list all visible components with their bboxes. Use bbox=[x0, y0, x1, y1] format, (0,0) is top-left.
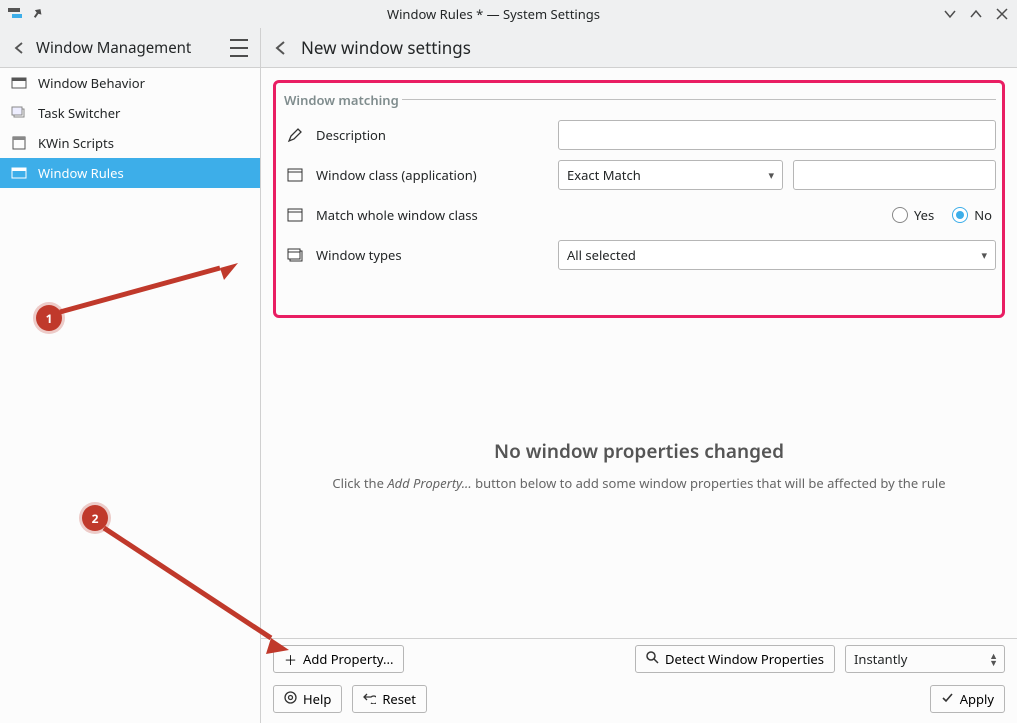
detect-window-button[interactable]: Detect Window Properties bbox=[635, 645, 835, 673]
window-types-combo[interactable]: All selected ▾ bbox=[558, 240, 996, 270]
radio-no[interactable]: No bbox=[952, 206, 992, 224]
app-icon bbox=[8, 7, 22, 21]
help-button[interactable]: Help bbox=[273, 685, 342, 713]
pin-icon[interactable] bbox=[30, 7, 44, 21]
page-title: New window settings bbox=[301, 36, 471, 59]
radio-dot bbox=[952, 207, 968, 223]
pencil-icon bbox=[286, 126, 304, 144]
sidebar: Window Management Window Behavior Task S… bbox=[0, 28, 261, 723]
button-label: Detect Window Properties bbox=[665, 650, 824, 668]
label-description: Description bbox=[316, 126, 546, 144]
delay-spinbox[interactable]: Instantly ▲▼ bbox=[845, 645, 1005, 673]
minimize-icon[interactable] bbox=[943, 7, 957, 21]
annotation-callout-2: 2 bbox=[82, 505, 108, 531]
combo-value: Exact Match bbox=[567, 166, 641, 184]
windows-stack-icon bbox=[286, 246, 304, 264]
spin-arrows-icon: ▲▼ bbox=[989, 652, 998, 666]
window-title: Window Rules * — System Settings bbox=[44, 5, 943, 23]
button-label: Help bbox=[303, 690, 331, 708]
row-description: Description bbox=[282, 115, 996, 155]
label-whole-class: Match whole window class bbox=[316, 206, 546, 224]
window-icon bbox=[286, 166, 304, 184]
sidebar-item-window-rules[interactable]: Window Rules bbox=[0, 158, 260, 188]
radio-label: No bbox=[974, 206, 992, 224]
sidebar-header: Window Management bbox=[0, 28, 260, 68]
empty-state: No window properties changed Click the A… bbox=[273, 438, 1005, 492]
help-icon bbox=[284, 690, 297, 708]
back-icon[interactable] bbox=[273, 39, 291, 57]
chevron-down-icon: ▾ bbox=[981, 248, 987, 263]
empty-subtitle: Click the Add Property... button below t… bbox=[273, 474, 1005, 492]
combo-value: All selected bbox=[567, 246, 636, 264]
sidebar-title: Window Management bbox=[36, 38, 230, 58]
sidebar-item-label: KWin Scripts bbox=[38, 134, 114, 152]
toolbar-row-1: ＋ Add Property... Detect Window Properti… bbox=[261, 638, 1017, 679]
undo-icon bbox=[363, 690, 376, 708]
content: New window settings Window matching Desc… bbox=[261, 28, 1017, 723]
button-label: Reset bbox=[382, 690, 416, 708]
sidebar-item-label: Task Switcher bbox=[38, 104, 120, 122]
whole-class-radio-group: Yes No bbox=[892, 206, 996, 224]
button-label: Add Property... bbox=[303, 650, 393, 668]
sidebar-item-kwin-scripts[interactable]: KWin Scripts bbox=[0, 128, 260, 158]
titlebar: Window Rules * — System Settings bbox=[0, 0, 1017, 28]
empty-sub-suffix: button below to add some window properti… bbox=[472, 474, 946, 492]
close-icon[interactable] bbox=[995, 7, 1009, 21]
radio-yes[interactable]: Yes bbox=[892, 206, 934, 224]
annotation-callout-1: 1 bbox=[36, 305, 62, 331]
kwin-scripts-icon bbox=[10, 134, 28, 152]
task-switcher-icon bbox=[10, 104, 28, 122]
content-header: New window settings bbox=[261, 28, 1017, 68]
search-icon bbox=[646, 650, 659, 668]
window-icon bbox=[286, 206, 304, 224]
add-property-button[interactable]: ＋ Add Property... bbox=[273, 645, 404, 673]
description-input[interactable] bbox=[558, 120, 996, 150]
row-whole-class: Match whole window class Yes No bbox=[282, 195, 996, 235]
empty-sub-em: Add Property... bbox=[387, 474, 471, 492]
window-rules-icon bbox=[10, 164, 28, 182]
maximize-icon[interactable] bbox=[969, 7, 983, 21]
row-window-class: Window class (application) Exact Match ▾ bbox=[282, 155, 996, 195]
label-window-types: Window types bbox=[316, 246, 546, 264]
reset-button[interactable]: Reset bbox=[352, 685, 427, 713]
sidebar-list: Window Behavior Task Switcher KWin Scrip… bbox=[0, 68, 260, 723]
row-window-types: Window types All selected ▾ bbox=[282, 235, 996, 275]
sidebar-item-task-switcher[interactable]: Task Switcher bbox=[0, 98, 260, 128]
hamburger-icon[interactable] bbox=[230, 39, 248, 57]
check-icon bbox=[941, 690, 954, 708]
radio-label: Yes bbox=[914, 206, 934, 224]
toolbar-row-2: Help Reset Apply bbox=[261, 679, 1017, 723]
spin-value: Instantly bbox=[854, 650, 907, 668]
button-label: Apply bbox=[960, 690, 994, 708]
sidebar-item-label: Window Rules bbox=[38, 164, 124, 182]
plus-icon: ＋ bbox=[284, 650, 297, 669]
label-window-class: Window class (application) bbox=[316, 166, 546, 184]
sidebar-item-window-behavior[interactable]: Window Behavior bbox=[0, 68, 260, 98]
window-behavior-icon bbox=[10, 74, 28, 92]
window-matching-section: Window matching Description Window class… bbox=[273, 80, 1005, 318]
window-class-input[interactable] bbox=[793, 160, 996, 190]
sidebar-item-label: Window Behavior bbox=[38, 74, 145, 92]
empty-sub-prefix: Click the bbox=[332, 474, 387, 492]
class-match-mode-combo[interactable]: Exact Match ▾ bbox=[558, 160, 783, 190]
apply-button[interactable]: Apply bbox=[930, 685, 1005, 713]
radio-dot bbox=[892, 207, 908, 223]
empty-title: No window properties changed bbox=[273, 438, 1005, 464]
back-icon[interactable] bbox=[12, 40, 28, 56]
chevron-down-icon: ▾ bbox=[768, 168, 774, 183]
section-heading: Window matching bbox=[282, 89, 996, 115]
